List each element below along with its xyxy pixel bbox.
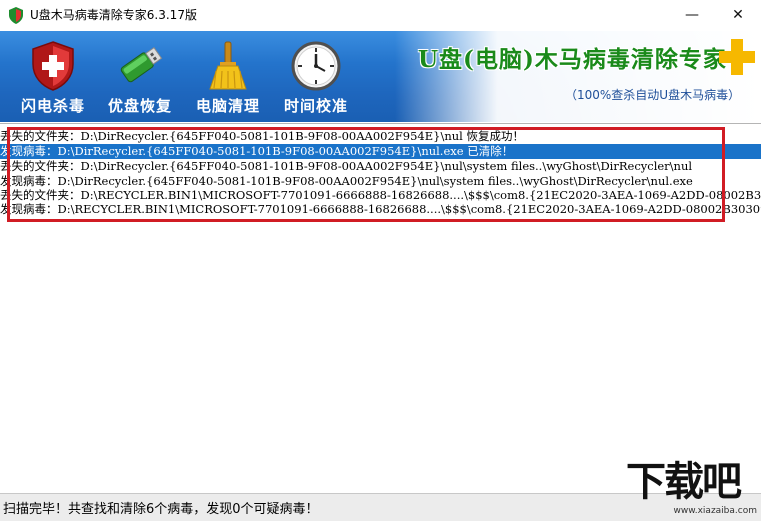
- scan-log-list[interactable]: 丢失的文件夹：D:\DirRecycler.{645FF040-5081-101…: [0, 123, 761, 494]
- toolbar-label-quick-scan: 闪电杀毒: [20, 97, 85, 115]
- minimize-button[interactable]: —: [669, 0, 715, 31]
- plus-logo-icon: [719, 39, 755, 75]
- watermark-logo: 下载吧 www.xiazaiba.com: [624, 459, 761, 520]
- toolbar-button-time-sync[interactable]: 时间校准: [277, 31, 355, 122]
- toolbar-button-pc-cleanup[interactable]: 电脑清理: [189, 31, 267, 122]
- toolbar-label-time-sync: 时间校准: [283, 97, 348, 115]
- log-row[interactable]: 发现病毒：D:\DirRecycler.{645FF040-5081-101B-…: [0, 174, 761, 189]
- log-row[interactable]: 丢失的文件夹：D:\DirRecycler.{645FF040-5081-101…: [0, 159, 761, 174]
- clock-icon: [291, 41, 341, 91]
- toolbar-button-quick-scan[interactable]: 闪电杀毒: [14, 31, 92, 122]
- toolbar-label-pc-cleanup: 电脑清理: [195, 97, 260, 115]
- shield-icon: [32, 41, 74, 91]
- watermark-url: www.xiazaiba.com: [673, 506, 757, 516]
- brand-title: U盘(电脑)木马病毒清除专家: [418, 46, 727, 73]
- usb-drive-icon: [120, 46, 163, 83]
- log-row[interactable]: 丢失的文件夹：D:\DirRecycler.{645FF040-5081-101…: [0, 129, 761, 144]
- broom-icon: [209, 41, 247, 90]
- status-text: 扫描完毕！共查找和清除6个病毒，发现0个可疑病毒！: [3, 502, 319, 517]
- close-button[interactable]: ✕: [715, 0, 761, 31]
- brand-slogan: （100%查杀自动U盘木马病毒）: [565, 88, 741, 102]
- window-title: U盘木马病毒清除专家6.3.17版: [30, 8, 197, 22]
- app-shield-icon: [9, 7, 23, 24]
- log-row-selected[interactable]: 发现病毒：D:\DirRecycler.{645FF040-5081-101B-…: [0, 144, 761, 159]
- toolbar-button-usb-recovery[interactable]: 优盘恢复: [101, 31, 179, 122]
- log-row[interactable]: 丢失的文件夹：D:\RECYCLER.BIN1\MICROSOFT-770109…: [0, 188, 761, 203]
- toolbar-label-usb-recovery: 优盘恢复: [107, 97, 172, 115]
- toolbar-banner: 闪电杀毒 优盘恢复 电脑清理 时间校准 U盘(电脑)木马病毒清除专家 （100%…: [0, 31, 761, 122]
- title-bar: U盘木马病毒清除专家6.3.17版 — ✕: [0, 0, 761, 32]
- log-row[interactable]: 发现病毒：D:\RECYCLER.BIN1\MICROSOFT-7701091-…: [0, 202, 761, 217]
- watermark-title: 下载吧: [626, 459, 742, 505]
